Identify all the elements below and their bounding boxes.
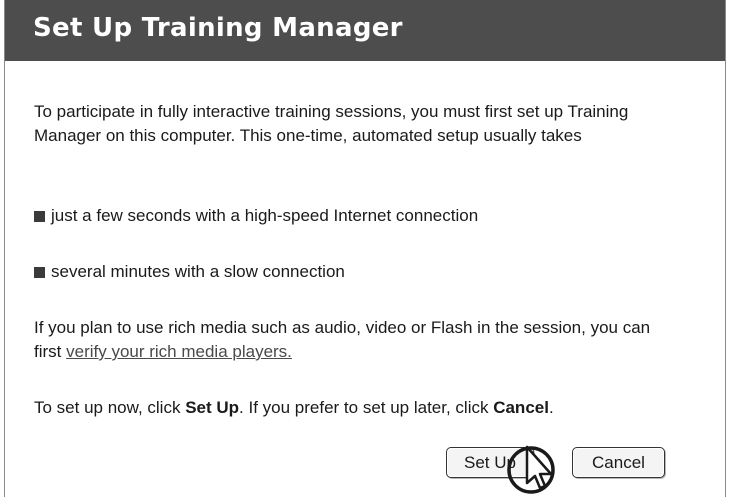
square-bullet-icon: [34, 210, 45, 222]
square-bullet-icon: [34, 266, 45, 278]
instruction-before: To set up now, click: [34, 398, 186, 417]
dialog-title: Set Up Training Manager: [33, 13, 403, 43]
title-bar: Set Up Training Manager: [5, 0, 725, 61]
setup-dialog: Set Up Training Manager To participate i…: [4, 0, 726, 497]
instruction-after: .: [548, 398, 554, 417]
instruction-middle: . If you prefer to set up later, click: [239, 398, 494, 417]
bullet-item-slow: several minutes with a slow connection: [34, 260, 345, 284]
bullet-item-fast: just a few seconds with a high-speed Int…: [34, 204, 478, 228]
setup-button[interactable]: Set Up: [446, 447, 534, 478]
instruction-text: To set up now, click Set Up. If you pref…: [34, 396, 714, 420]
bullet-text-slow: several minutes with a slow connection: [51, 262, 345, 281]
bullet-text-fast: just a few seconds with a high-speed Int…: [51, 206, 479, 225]
intro-text: To participate in fully interactive trai…: [34, 102, 629, 145]
instruction-setup-word: Set Up: [185, 398, 240, 417]
rich-media-text: If you plan to use rich media such as au…: [34, 316, 674, 364]
verify-players-link[interactable]: verify your rich media players.: [66, 342, 292, 361]
instruction-cancel-word: Cancel: [493, 398, 549, 417]
cancel-button[interactable]: Cancel: [572, 447, 665, 478]
